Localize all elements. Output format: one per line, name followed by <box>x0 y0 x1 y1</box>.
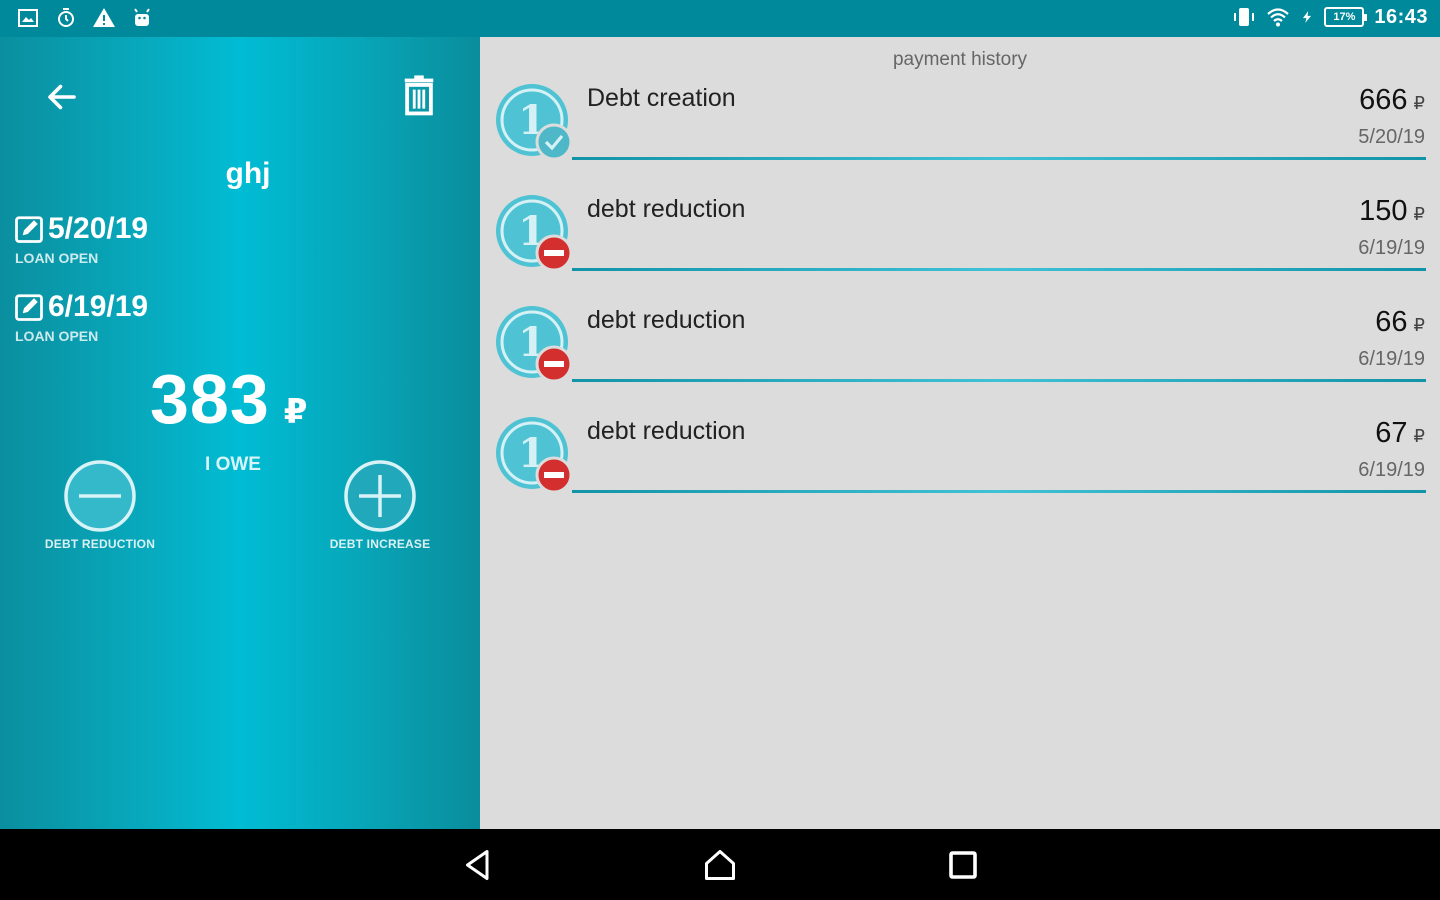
charging-icon <box>1303 11 1312 23</box>
back-arrow-icon[interactable] <box>44 79 80 115</box>
history-row[interactable]: 1 debt reduction 150 ₽ 6/19/19 <box>480 185 1440 296</box>
history-row-amount: 67 ₽ <box>1375 417 1425 450</box>
notification-icons <box>16 6 154 30</box>
history-row-amount-value: 666 <box>1359 84 1408 116</box>
warning-icon <box>93 8 115 27</box>
history-row-amount: 666 ₽ <box>1359 84 1425 117</box>
history-row-currency: ₽ <box>1413 93 1425 113</box>
history-row-amount: 150 ₽ <box>1359 195 1425 228</box>
history-row[interactable]: 1 Debt creation 666 ₽ 5/20/19 <box>480 74 1440 185</box>
currency-symbol: ₽ <box>283 393 308 431</box>
nav-back-icon[interactable] <box>460 847 496 883</box>
loan-second-label: LOAN OPEN <box>15 328 99 344</box>
debt-reduction-label: DEBT REDUCTION <box>44 537 156 551</box>
calendar-edit-icon <box>15 294 43 321</box>
loan-open-date: 5/20/19 <box>48 212 149 245</box>
history-row-date: 6/19/19 <box>1358 348 1425 370</box>
debt-amount-value: 383 <box>150 360 270 438</box>
plus-circle-icon <box>344 460 416 532</box>
row-divider <box>572 379 1426 382</box>
debtor-name: ghj <box>225 157 271 190</box>
system-status-icons: 17% 16:43 <box>1232 5 1428 29</box>
debt-direction-label: I OWE <box>205 454 261 475</box>
coin-icon: 1 <box>496 417 573 494</box>
clock: 16:43 <box>1374 5 1428 28</box>
minus-circle-icon <box>64 460 136 532</box>
history-row[interactable]: 1 debt reduction 67 ₽ 6/19/19 <box>480 407 1440 518</box>
android-icon <box>134 8 150 26</box>
history-row-title: debt reduction <box>587 306 746 334</box>
debt-increase-button[interactable]: DEBT INCREASE <box>310 459 450 551</box>
loan-second-date-block: 6/19/19 LOAN OPEN <box>14 290 148 344</box>
history-row-amount-value: 66 <box>1375 306 1408 338</box>
history-row-title: debt reduction <box>587 195 746 223</box>
debt-detail-panel: ghj 5/20/19 LOAN OPEN 6/19/19 LOAN OPEN … <box>0 37 480 829</box>
delete-trash-icon[interactable] <box>400 75 438 117</box>
loan-open-label: LOAN OPEN <box>15 250 99 266</box>
loan-second-date: 6/19/19 <box>48 290 149 323</box>
nav-recents-icon[interactable] <box>945 847 981 883</box>
vibrate-icon <box>1234 8 1255 26</box>
history-row-amount-value: 67 <box>1375 417 1408 449</box>
row-divider <box>572 490 1426 493</box>
row-divider <box>572 157 1426 160</box>
coin-icon: 1 <box>496 84 573 161</box>
coin-icon: 1 <box>496 306 573 383</box>
alarm-notification-icon <box>58 8 74 27</box>
history-row[interactable]: 1 debt reduction 66 ₽ 6/19/19 <box>480 296 1440 407</box>
battery-indicator: 17% <box>1324 7 1368 27</box>
minus-badge-icon <box>535 234 573 272</box>
debt-increase-label: DEBT INCREASE <box>329 537 431 551</box>
payment-history-title: payment history <box>892 49 1028 70</box>
loan-open-date-block: 5/20/19 LOAN OPEN <box>14 212 148 266</box>
history-row-title: Debt creation <box>587 84 736 112</box>
calendar-edit-icon <box>15 216 43 243</box>
debt-reduction-button[interactable]: DEBT REDUCTION <box>30 459 170 551</box>
history-row-currency: ₽ <box>1413 315 1425 335</box>
history-row-currency: ₽ <box>1413 204 1425 224</box>
check-badge-icon <box>535 123 573 161</box>
payment-history-panel: payment history 1 Debt creation 666 ₽ 5/… <box>480 37 1440 829</box>
history-row-date: 6/19/19 <box>1358 459 1425 481</box>
history-row-date: 5/20/19 <box>1358 126 1425 148</box>
history-row-date: 6/19/19 <box>1358 237 1425 259</box>
nav-home-icon[interactable] <box>702 847 738 883</box>
navigation-bar <box>0 829 1440 900</box>
minus-badge-icon <box>535 345 573 383</box>
status-bar: 17% 16:43 <box>0 0 1440 37</box>
history-row-amount: 66 ₽ <box>1375 306 1425 339</box>
row-divider <box>572 268 1426 271</box>
minus-badge-icon <box>535 456 573 494</box>
debt-amount: 383 ₽ <box>150 359 307 439</box>
coin-icon: 1 <box>496 195 573 272</box>
history-row-title: debt reduction <box>587 417 746 445</box>
history-row-currency: ₽ <box>1413 426 1425 446</box>
image-notification-icon <box>18 9 38 27</box>
history-row-amount-value: 150 <box>1359 195 1408 227</box>
wifi-icon <box>1267 8 1290 27</box>
